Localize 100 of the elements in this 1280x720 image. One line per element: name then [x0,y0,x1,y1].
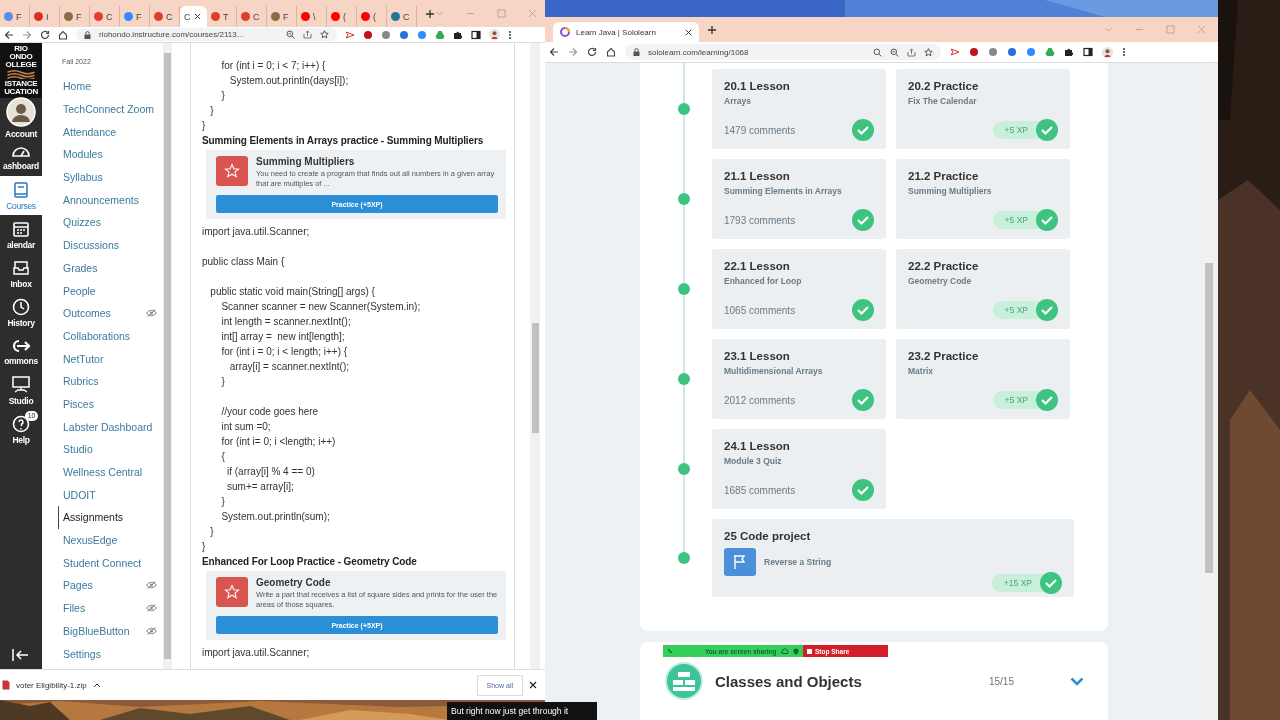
address-bar[interactable]: sololearn.com/learning/1068 [625,44,941,60]
puzzle-icon[interactable] [1064,47,1074,57]
code-line: } [209,525,214,539]
clock-icon[interactable] [12,297,30,316]
share-icon[interactable] [907,47,916,57]
scrollbar[interactable] [163,43,172,669]
drive-icon[interactable] [435,29,445,40]
course-nav-link[interactable]: Modules [58,143,163,166]
new-tab-icon[interactable] [707,24,717,35]
course-nav-link[interactable]: NetTutor [58,347,163,370]
lesson-card[interactable]: 21.1 Lesson Summing Elements in Arrays 1793 comments [712,159,886,239]
monitor-icon[interactable] [11,375,31,394]
lesson-card[interactable]: 23.1 Lesson Multidimensional Arrays 2012 comments [712,339,886,419]
nav-item[interactable]: Studio [0,371,42,410]
lesson-card[interactable]: 22.1 Lesson Enhanced for Loop 1065 comments [712,249,886,329]
course-nav-link[interactable]: Rubrics [58,369,163,393]
home-icon[interactable] [606,47,616,57]
zoom-icon[interactable] [286,30,295,39]
zoom-icon[interactable] [890,47,899,57]
practice-card[interactable]: 21.2 Practice Summing Multipliers +5 XP [896,159,1070,239]
course-nav-link[interactable]: Studio [58,438,163,461]
browser-tab[interactable]: C [180,6,207,27]
nav-item[interactable]: Courses [0,176,42,215]
project-card[interactable]: 25 Code project Reverse a String +15 XP [712,519,1074,597]
inbox-icon[interactable] [12,258,30,277]
drive-icon[interactable] [1045,47,1055,57]
course-nav-link[interactable]: Pisces [58,392,163,416]
course-nav-link[interactable]: Student Connect [58,551,163,575]
close-icon[interactable] [529,681,537,689]
collapse-icon[interactable] [12,649,30,661]
back-icon[interactable] [549,47,559,57]
lesson-card[interactable]: 24.1 Lesson Module 3 Quiz 1685 comments [712,429,886,509]
course-nav-link[interactable]: TechConnect Zoom [58,97,163,121]
help-icon[interactable] [12,414,30,433]
college-logo[interactable]: RIO ONDO OLLEGE ISTANCE UCATION [0,43,42,98]
course-nav-link[interactable]: Files [58,596,163,620]
course-nav-link[interactable]: Labster Dashboard [58,415,163,438]
reload-icon[interactable] [587,47,597,57]
home-icon[interactable] [58,29,68,40]
side-panel-icon[interactable] [1083,47,1093,57]
comment-count[interactable]: 1793 comments [724,214,796,226]
nav-item[interactable]: History [0,293,42,332]
course-nav-link[interactable]: Discussions [58,233,163,257]
close-icon[interactable] [193,13,201,20]
chevron-down-icon[interactable] [1070,676,1084,686]
caret-icon[interactable] [92,682,101,688]
nav-item[interactable]: ommons [0,332,42,371]
course-nav-link[interactable]: People [58,279,163,302]
course-nav-link[interactable]: Announcements [58,188,163,212]
download-filename[interactable]: voter Eligibility-1.zip [16,680,87,690]
side-panel-icon[interactable] [471,29,481,40]
comment-count[interactable]: 1065 comments [724,304,796,316]
comment-count[interactable]: 1479 comments [724,124,796,136]
nav-item[interactable]: ashboard [0,137,42,176]
calendar-icon[interactable] [12,219,30,238]
new-tab-icon[interactable] [425,8,435,19]
puzzle-icon[interactable] [453,29,463,40]
card-title: 24.1 Lesson [724,440,791,452]
card-subtitle: Multidimensional Arrays [724,366,824,376]
course-nav-link[interactable]: Home [58,75,163,98]
course-nav-link[interactable]: Collaborations [58,324,163,348]
lesson-card[interactable]: 20.1 Lesson Arrays 1479 comments [712,69,886,149]
avatar-icon[interactable] [6,96,36,127]
nav-item[interactable]: Inbox [0,254,42,293]
browser-tab[interactable]: Learn Java | Sololearn [553,22,699,42]
menu-icon[interactable] [1122,47,1126,57]
course-nav-link[interactable]: Settings [58,642,163,665]
close-icon[interactable] [685,28,692,36]
nav-item[interactable]: Account [0,98,42,137]
profile-icon[interactable] [489,29,500,40]
course-nav-link[interactable]: Syllabus [58,165,163,189]
stop-icon [807,648,812,654]
course-nav-link[interactable]: Grades [58,256,163,280]
scrollbar[interactable] [530,43,540,669]
practice-card[interactable]: 23.2 Practice Matrix +5 XP [896,339,1070,419]
practice-card[interactable]: 22.2 Practice Geometry Code +5 XP [896,249,1070,329]
course-nav-link[interactable]: Quizzes [58,211,163,234]
course-nav-link[interactable]: Outcomes [58,301,163,325]
course-nav-link[interactable]: Attendance [58,120,163,144]
reload-icon[interactable] [40,29,50,40]
code-line: int[] array = new int[length]; [220,330,345,344]
course-nav-link[interactable]: Pages [58,574,163,597]
course-nav-link[interactable]: NexusEdge [58,528,163,552]
menu-icon[interactable] [508,29,512,40]
star-icon[interactable] [924,47,933,57]
star-icon[interactable] [320,30,329,39]
nav-item[interactable]: alendar [0,215,42,254]
address-bar[interactable]: riohondo.instructure.com/courses/2113... [76,28,337,41]
practice-card[interactable]: 20.2 Practice Fix The Calendar +5 XP [896,69,1070,149]
share-icon[interactable] [303,30,312,39]
search-icon[interactable] [873,47,882,57]
back-icon[interactable] [4,29,14,40]
profile-icon[interactable] [1102,46,1113,58]
comment-count[interactable]: 1685 comments [724,484,796,496]
comment-count[interactable]: 2012 comments [724,394,796,406]
course-nav-link[interactable]: UDOIT [58,483,163,507]
arrow-icon[interactable] [11,337,31,354]
course-nav-link[interactable]: BigBlueButton [58,619,163,643]
book-icon[interactable] [12,180,30,199]
course-nav-link[interactable]: Wellness Central [58,460,163,484]
